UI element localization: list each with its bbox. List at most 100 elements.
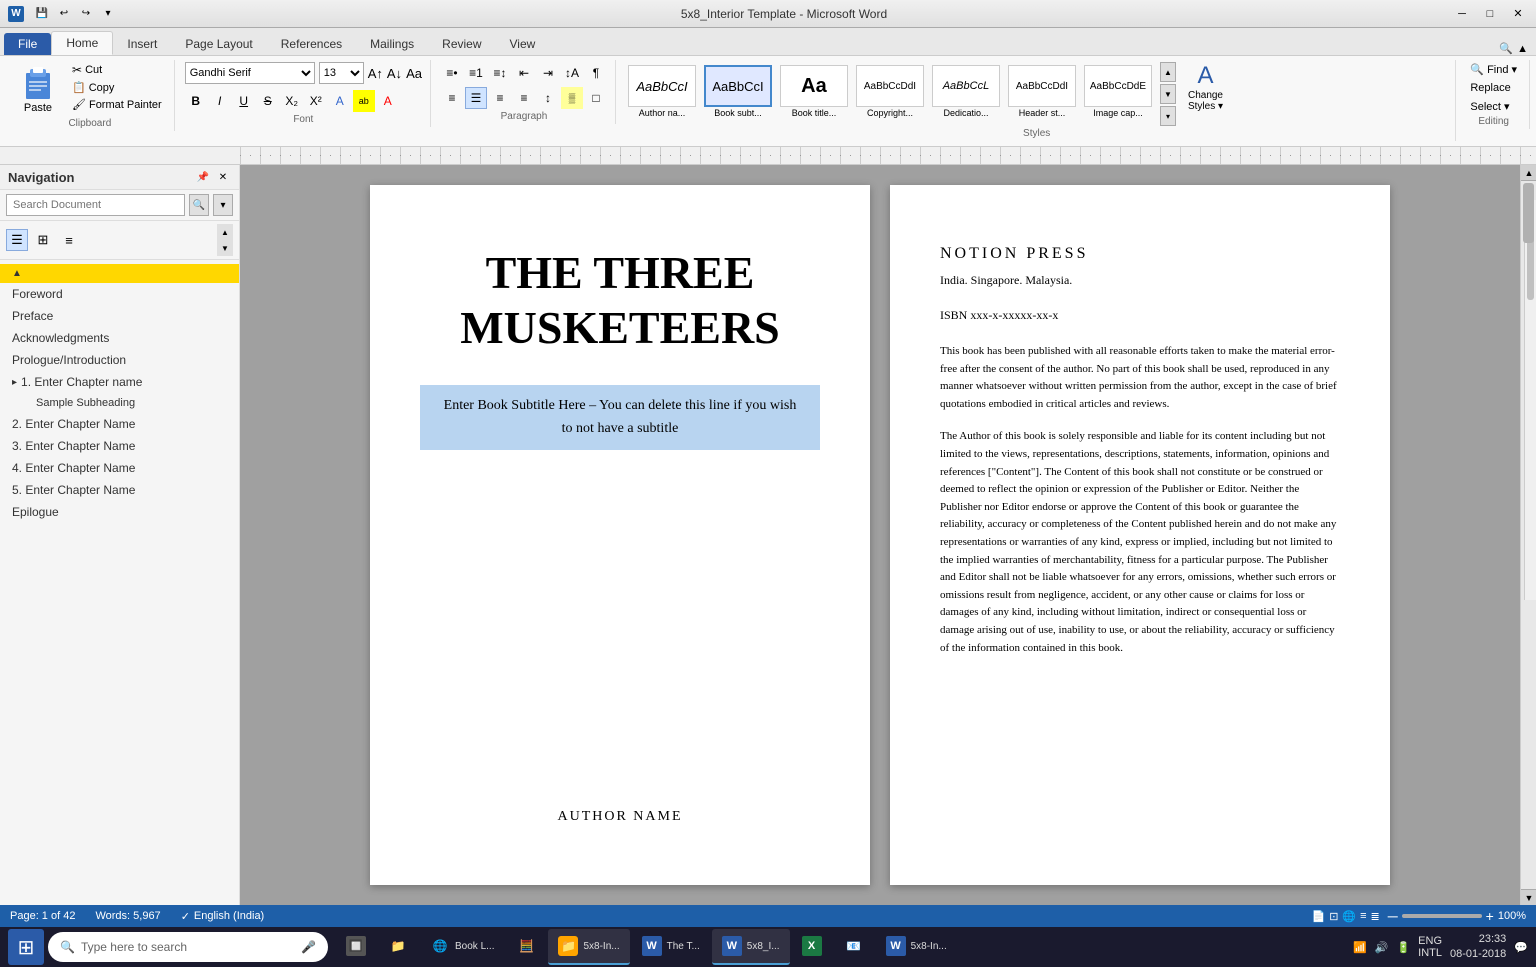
undo-btn[interactable]: ↩ [56, 6, 72, 22]
shrink-font-btn[interactable]: A↓ [387, 66, 402, 81]
word-5x8b-btn[interactable]: W 5x8-In... [876, 929, 957, 965]
doc-scroll-area[interactable]: THE THREE MUSKETEERS Enter Book Subtitle… [240, 165, 1520, 905]
increase-indent-btn[interactable]: ⇥ [537, 62, 559, 84]
tab-page-layout[interactable]: Page Layout [171, 33, 266, 55]
styles-down-btn[interactable]: ▼ [1160, 84, 1176, 104]
redo-btn[interactable]: ↪ [78, 6, 94, 22]
word-5x8-btn[interactable]: W 5x8_I... [712, 929, 790, 965]
web-view-btn[interactable]: 🌐 [1342, 910, 1356, 923]
clear-format-btn[interactable]: Aa [406, 66, 422, 81]
nav-item-epilogue[interactable]: Epilogue [0, 501, 239, 523]
grow-font-btn[interactable]: A↑ [368, 66, 383, 81]
nav-item-acknowledgments[interactable]: Acknowledgments [0, 327, 239, 349]
nav-search-input[interactable] [6, 194, 185, 216]
doc-scrollbar-v[interactable]: ▲ ▼ [1520, 165, 1536, 905]
show-hide-btn[interactable]: ¶ [585, 62, 607, 84]
taskbar-search[interactable]: 🔍 Type here to search 🎤 [48, 932, 328, 962]
close-btn[interactable]: ✕ [1508, 6, 1528, 22]
email-btn[interactable]: 📧 [834, 929, 874, 965]
ribbon-collapse-btn[interactable]: ▲ [1517, 43, 1528, 55]
tab-references[interactable]: References [267, 33, 356, 55]
nav-item-ch1[interactable]: ▸ 1. Enter Chapter name [0, 371, 239, 393]
copy-button[interactable]: 📋 Copy [68, 80, 166, 95]
superscript-button[interactable]: X² [305, 90, 327, 112]
nav-item-preface[interactable]: Preface [0, 305, 239, 327]
qa-dropdown[interactable]: ▾ [100, 6, 116, 22]
chrome-btn[interactable]: 🌐 Book L... [420, 929, 504, 965]
cut-button[interactable]: ✂ Cut [68, 62, 166, 78]
change-styles-btn[interactable]: Change [1188, 90, 1223, 101]
zoom-slider[interactable] [1402, 914, 1482, 918]
full-screen-btn[interactable]: ⊡ [1329, 910, 1338, 923]
style-copyright[interactable]: AaBbCcDdI Copyright... [854, 62, 926, 121]
find-button[interactable]: 🔍 Find ▾ [1466, 62, 1521, 77]
style-book-subtitle[interactable]: AaBbCcI Book subt... [702, 62, 774, 121]
subtitle-box[interactable]: Enter Book Subtitle Here – You can delet… [420, 385, 820, 450]
task-view-btn[interactable]: 🔲 [336, 929, 376, 965]
decrease-indent-btn[interactable]: ⇤ [513, 62, 535, 84]
nav-scroll-down-btn[interactable]: ▼ [217, 240, 233, 256]
replace-button[interactable]: Replace [1466, 81, 1514, 95]
nav-item-top[interactable]: ▲ [0, 264, 239, 283]
align-right-btn[interactable]: ≡ [489, 87, 511, 109]
line-spacing-btn[interactable]: ↕ [537, 87, 559, 109]
nav-scroll-up-btn[interactable]: ▲ [217, 224, 233, 240]
subscript-button[interactable]: X₂ [281, 90, 303, 112]
save-btn[interactable]: 💾 [34, 6, 50, 22]
strikethrough-button[interactable]: S [257, 90, 279, 112]
format-painter-button[interactable]: 🖌 Format Painter [68, 97, 166, 112]
nav-item-ch3[interactable]: 3. Enter Chapter Name [0, 435, 239, 457]
nav-item-foreword[interactable]: Foreword [0, 283, 239, 305]
tab-view[interactable]: View [496, 33, 550, 55]
zoom-minus-btn[interactable]: ─ [1388, 908, 1398, 924]
outline-view-btn[interactable]: ≡ [1360, 910, 1366, 923]
font-size-select[interactable]: 13 [319, 62, 364, 84]
multilevel-list-btn[interactable]: ≡↕ [489, 62, 511, 84]
scroll-up-btn[interactable]: ▲ [1521, 165, 1536, 181]
style-image-cap[interactable]: AaBbCcDdE Image cap... [1082, 62, 1154, 121]
underline-button[interactable]: U [233, 90, 255, 112]
draft-view-btn[interactable]: ≣ [1371, 910, 1380, 923]
tab-mailings[interactable]: Mailings [356, 33, 428, 55]
sort-btn[interactable]: ↕A [561, 62, 583, 84]
text-effect-button[interactable]: A [329, 90, 351, 112]
minimize-btn[interactable]: ─ [1452, 6, 1472, 22]
italic-button[interactable]: I [209, 90, 231, 112]
nav-item-ch5[interactable]: 5. Enter Chapter Name [0, 479, 239, 501]
style-author-name[interactable]: AaBbCcI Author na... [626, 62, 698, 121]
bullet-list-btn[interactable]: ≡• [441, 62, 463, 84]
shading-btn[interactable]: ▒ [561, 87, 583, 109]
paste-button[interactable]: Paste [14, 62, 62, 116]
maximize-btn[interactable]: □ [1480, 6, 1500, 22]
file-explorer-btn[interactable]: 📁 [378, 929, 418, 965]
start-button[interactable]: ⊞ [8, 929, 44, 965]
styles-up-btn[interactable]: ▲ [1160, 62, 1176, 82]
word-the-btn[interactable]: W The T... [632, 929, 710, 965]
excel-btn[interactable]: X [792, 929, 832, 965]
print-view-btn[interactable]: 📄 [1311, 910, 1325, 923]
tab-file[interactable]: File [4, 33, 51, 55]
nav-item-sample-subheading[interactable]: Sample Subheading [0, 393, 239, 413]
align-left-btn[interactable]: ≡ [441, 87, 463, 109]
styles-more-btn[interactable]: ▾ [1160, 106, 1176, 126]
nav-item-prologue[interactable]: Prologue/Introduction [0, 349, 239, 371]
nav-search-button[interactable]: 🔍 [189, 194, 209, 216]
nav-search-dropdown[interactable]: ▾ [213, 194, 233, 216]
nav-item-ch2[interactable]: 2. Enter Chapter Name [0, 413, 239, 435]
justify-btn[interactable]: ≡ [513, 87, 535, 109]
tab-review[interactable]: Review [428, 33, 495, 55]
nav-close-btn[interactable]: ✕ [215, 169, 231, 185]
highlight-button[interactable]: ab [353, 90, 375, 112]
numbered-list-btn[interactable]: ≡1 [465, 62, 487, 84]
notification-btn[interactable]: 💬 [1514, 941, 1528, 954]
align-center-btn[interactable]: ☰ [465, 87, 487, 109]
nav-headings-btn[interactable]: ☰ [6, 229, 28, 251]
nav-item-ch4[interactable]: 4. Enter Chapter Name [0, 457, 239, 479]
nav-pin-btn[interactable]: 📌 [195, 169, 211, 185]
font-family-select[interactable]: Gandhi Serif [185, 62, 315, 84]
scroll-down-btn[interactable]: ▼ [1521, 889, 1536, 905]
select-button[interactable]: Select ▾ [1466, 99, 1513, 114]
calc-btn[interactable]: 🧮 [506, 929, 546, 965]
style-dedication[interactable]: AaBbCcL Dedicatio... [930, 62, 1002, 121]
tab-insert[interactable]: Insert [113, 33, 171, 55]
